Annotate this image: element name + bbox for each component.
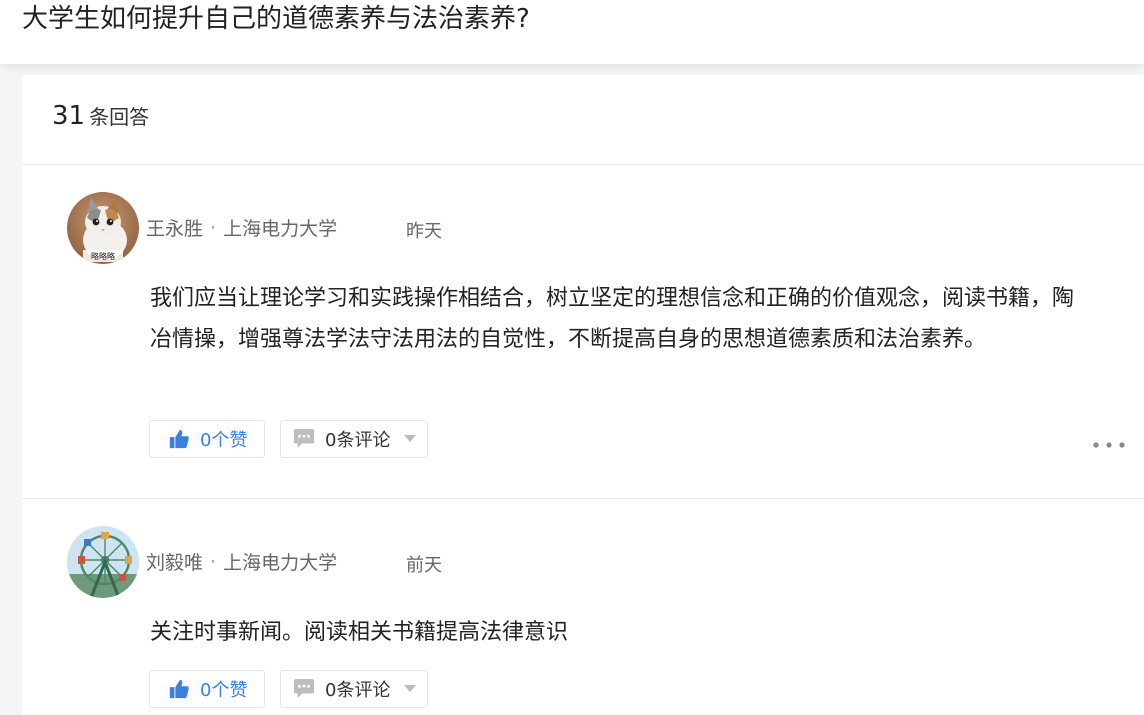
like-count: 0个赞: [200, 430, 248, 451]
author-school: 上海电力大学: [223, 552, 338, 574]
avatar[interactable]: [67, 526, 139, 598]
answer-item: 略略略 王永胜 · 上海电力大学 昨天 我们应当让理论学习和实践操作相结合，树立…: [22, 165, 1144, 498]
comment-icon: [294, 679, 314, 699]
comment-icon: [294, 429, 314, 449]
like-button[interactable]: 0个赞: [149, 670, 265, 708]
answer-count-label: 条回答: [89, 105, 150, 129]
answer-count: 31 条回答: [52, 101, 149, 137]
author-name[interactable]: 刘毅唯: [146, 548, 203, 575]
like-count: 0个赞: [200, 680, 248, 701]
answer-text: 关注时事新闻。阅读相关书籍提高法律意识: [150, 620, 569, 645]
cat-avatar-icon: 略略略: [67, 192, 139, 264]
chevron-down-icon: [404, 685, 417, 692]
thumbs-up-icon: [169, 679, 189, 699]
svg-text:略略略: 略略略: [91, 251, 115, 261]
chevron-down-icon: [404, 435, 417, 442]
thumbs-up-icon: [169, 429, 189, 449]
post-time: 前天: [406, 555, 442, 576]
question-header: 大学生如何提升自己的道德素养与法治素养?: [0, 0, 1144, 64]
comment-count: 0条评论: [325, 680, 391, 701]
comment-button[interactable]: 0条评论: [280, 420, 428, 458]
answer-item: 刘毅唯 · 上海电力大学 前天 关注时事新闻。阅读相关书籍提高法律意识 0个赞 …: [22, 499, 1144, 715]
avatar[interactable]: 略略略: [67, 192, 139, 264]
author-school: 上海电力大学: [223, 218, 338, 240]
answer-text: 我们应当让理论学习和实践操作相结合，树立坚定的理想信念和正确的价值观念，阅读书籍…: [150, 286, 1075, 352]
answer-count-number: 31: [52, 101, 86, 131]
author-info: 王永胜 · 上海电力大学: [146, 214, 337, 241]
author-name[interactable]: 王永胜: [146, 214, 203, 241]
comment-button[interactable]: 0条评论: [280, 670, 428, 708]
comment-count: 0条评论: [325, 430, 391, 451]
author-info: 刘毅唯 · 上海电力大学: [146, 548, 337, 575]
question-title: 大学生如何提升自己的道德素养与法治素养?: [22, 4, 530, 34]
separator-dot: ·: [210, 550, 217, 573]
post-time: 昨天: [406, 221, 442, 242]
more-options-icon[interactable]: [1092, 439, 1126, 451]
like-button[interactable]: 0个赞: [149, 420, 265, 458]
separator-dot: ·: [210, 216, 217, 239]
answers-card: 31 条回答 略略略 王永胜 · 上海电力大学 昨天 我们应当让理论学习和实践操…: [22, 75, 1144, 715]
ferris-wheel-avatar-icon: [67, 526, 139, 598]
